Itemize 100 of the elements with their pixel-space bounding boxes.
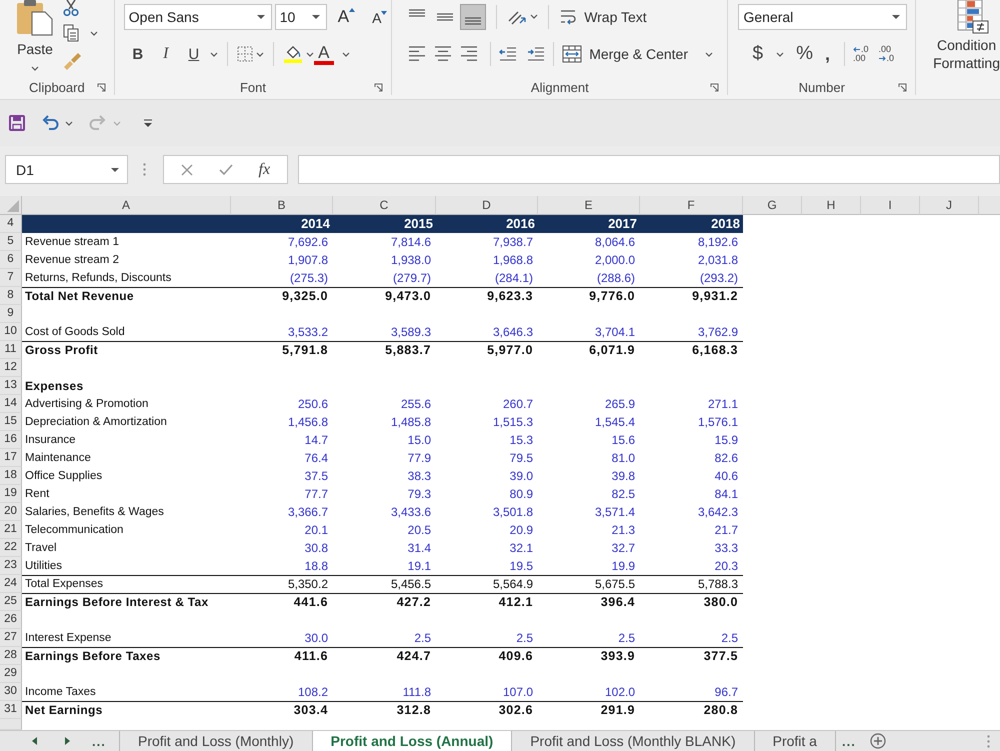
align-lines-icon [460,45,478,63]
sheet-tab[interactable]: Profit a [754,731,836,751]
save-button[interactable] [9,115,25,131]
font-color-button[interactable]: A [314,44,350,64]
triangle-icon [7,200,19,212]
amount-value: 77.7 [304,486,328,502]
more-sheets-button[interactable]: ... [92,734,106,748]
font-size-field[interactable]: 10 [274,4,327,30]
merge-center-button[interactable]: Merge & Center [562,45,714,63]
number-format-field[interactable]: General [738,4,908,30]
name-box[interactable]: D1 [5,155,128,184]
paste-button[interactable]: Paste [14,0,56,72]
dialog-launcher-icon[interactable] [710,83,720,92]
row-number[interactable]: 22 [0,539,22,557]
line-item-label: Earnings Before Interest & Tax [25,595,208,610]
row-number[interactable]: 18 [0,467,22,485]
row-number[interactable]: 23 [0,557,22,575]
underline-button[interactable]: U [180,46,208,62]
column-header[interactable]: F [640,196,743,215]
decrease-indent-button[interactable] [499,47,518,61]
row-number[interactable]: 26 [0,611,22,629]
line-item-label: Office Supplies [25,468,102,484]
paint-bucket-icon [282,45,303,63]
row-number[interactable]: 9 [0,305,22,323]
row-number[interactable]: 31 [0,701,22,719]
row-number[interactable]: 10 [0,323,22,341]
previous-sheet-button[interactable] [32,737,37,745]
row-number[interactable]: 12 [0,359,22,377]
row-number[interactable]: 17 [0,449,22,467]
decrease-decimal-button[interactable]: .00 .0 [878,45,894,63]
amount-value: 32.7 [612,540,635,556]
row-number[interactable]: 4 [0,215,22,233]
row-number[interactable]: 8 [0,287,22,305]
column-header[interactable]: E [538,196,640,215]
comma-style-button[interactable]: , [818,44,836,64]
row-number[interactable]: 19 [0,485,22,503]
grow-font-button[interactable]: A [336,6,358,26]
column-header[interactable]: J [920,196,979,215]
scissors-icon [62,0,80,16]
caret-icon[interactable] [210,52,218,56]
borders-button[interactable] [236,46,264,62]
shrink-font-button[interactable]: A [370,7,390,26]
row-number[interactable]: 13 [0,377,22,395]
row-number[interactable]: 14 [0,395,22,413]
italic-button[interactable]: I [152,45,180,63]
row-number[interactable]: 21 [0,521,22,539]
amount-value: 250.6 [298,396,328,412]
row-number[interactable]: 30 [0,683,22,701]
caret-icon [143,119,153,127]
amount-value: 79.5 [510,450,533,466]
currency-button[interactable]: $ [738,43,790,65]
row-number[interactable]: 6 [0,251,22,269]
column-header[interactable]: A [22,196,231,215]
column-header[interactable]: I [861,196,920,215]
column-header[interactable]: G [743,196,802,215]
bold-button[interactable]: B [124,46,152,62]
line-item-label: Revenue stream 2 [25,252,119,268]
amount-value: 18.8 [304,558,328,574]
more-sheets-button[interactable]: ... [842,731,856,751]
sheet-tab[interactable]: Profit and Loss (Monthly BLANK) [512,731,755,751]
row-number[interactable]: 15 [0,413,22,431]
caret-icon [256,14,265,18]
dialog-launcher-icon[interactable] [96,83,106,92]
wrap-text-button[interactable]: Wrap Text [559,8,647,26]
new-sheet-button[interactable] [870,731,886,751]
increase-indent-button[interactable] [527,47,546,61]
vertical-dots-icon[interactable] [143,163,146,176]
column-header[interactable]: C [333,196,436,215]
row-number[interactable]: 24 [0,575,22,593]
undo-button[interactable] [41,115,73,131]
next-sheet-button[interactable] [65,737,70,745]
row-number[interactable]: 7 [0,269,22,287]
row-number[interactable]: 29 [0,665,22,683]
copy-button[interactable] [62,24,98,42]
dialog-launcher-icon[interactable] [374,83,384,92]
formula-field[interactable] [298,155,1000,184]
row-number[interactable]: 20 [0,503,22,521]
column-header[interactable]: H [802,196,861,215]
insert-function-button[interactable]: fx [258,160,270,178]
conditional-formatting-button[interactable]: Condition Formatting [916,0,1000,72]
row-number[interactable]: 16 [0,431,22,449]
vertical-dots-icon[interactable] [987,735,990,748]
cancel-button[interactable] [180,164,193,176]
increase-decimal-button[interactable]: .0 .00 [852,45,868,63]
percent-button[interactable]: % [790,43,819,65]
enter-button[interactable] [218,164,233,176]
dialog-launcher-icon[interactable] [898,83,908,92]
fill-color-button[interactable] [282,45,314,63]
font-name-field[interactable]: Open Sans [124,4,272,30]
row-number[interactable]: 11 [0,341,22,359]
amount-value: 2.5 [721,630,738,646]
row-number[interactable]: 5 [0,233,22,251]
row-number[interactable]: 27 [0,629,22,647]
sheet-tab[interactable]: Profit and Loss (Annual) [312,731,512,751]
vertical-align-button[interactable] [460,4,486,30]
row-number[interactable]: 28 [0,647,22,665]
amount-value: 108.2 [298,684,328,700]
column-header[interactable]: B [231,196,333,215]
column-header[interactable]: D [436,196,538,215]
row-number[interactable]: 25 [0,593,22,611]
